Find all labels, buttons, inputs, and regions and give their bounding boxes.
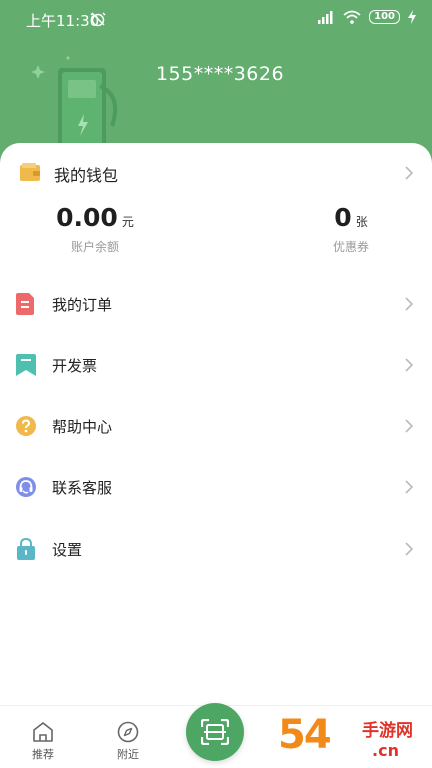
nav-nearby[interactable]: 附近 <box>98 721 158 762</box>
nav-recommend[interactable]: 推荐 <box>13 721 73 762</box>
wallet-icon <box>20 163 40 181</box>
balance-value: 0.00 <box>56 203 118 232</box>
wallet-title: 我的钱包 <box>54 166 119 185</box>
balance-label: 账户余额 <box>70 240 119 254</box>
watermark-domain: .cn <box>372 741 399 760</box>
chevron-right-icon <box>405 542 414 556</box>
coupons-value: 0 <box>334 203 352 232</box>
home-icon <box>33 722 53 742</box>
chevron-right-icon <box>405 480 414 494</box>
coupons-value-row: 0张 <box>296 203 406 232</box>
nav-label-recommend: 推荐 <box>32 748 54 761</box>
menu-label-settings: 设置 <box>52 541 83 559</box>
help-icon <box>16 416 36 436</box>
site-watermark: 54 手游网 .cn <box>278 712 428 766</box>
settings-icon <box>17 538 35 560</box>
menu-label-my-orders: 我的订单 <box>52 296 113 314</box>
battery-indicator: 100 <box>369 10 400 24</box>
chevron-right-icon <box>405 419 414 433</box>
nav-label-nearby: 附近 <box>117 748 139 761</box>
chevron-right-icon <box>405 166 414 180</box>
menu-item-invoice[interactable]: 开发票 <box>0 336 432 396</box>
chevron-right-icon <box>405 297 414 311</box>
user-phone-number: 155****3626 <box>155 63 285 85</box>
status-time: 上午11:30 <box>26 12 100 30</box>
compass-icon <box>117 721 139 743</box>
signal-icon <box>318 11 333 24</box>
coupons[interactable]: 0张 优惠券 <box>296 203 406 255</box>
menu-item-customer-service[interactable]: 联系客服 <box>0 458 432 518</box>
invoice-icon <box>16 354 36 376</box>
account-panel: 我的钱包 0.00 元 账户余额 0张 优惠券 我的订单 开发票 帮助中心 联系… <box>0 143 432 703</box>
scan-button[interactable] <box>186 703 244 761</box>
watermark-number: 54 <box>278 712 332 758</box>
coupons-unit: 张 <box>355 215 368 229</box>
watermark-text: 手游网 <box>362 721 413 741</box>
menu-label-invoice: 开发票 <box>52 357 98 375</box>
status-bar: 上午11:30 100 <box>0 0 432 38</box>
menu-item-my-orders[interactable]: 我的订单 <box>0 275 432 335</box>
customer-service-icon <box>16 477 36 497</box>
coupons-label: 优惠券 <box>332 240 369 254</box>
balance-unit: 元 <box>121 215 134 229</box>
chevron-right-icon <box>405 358 414 372</box>
order-icon <box>16 293 34 315</box>
menu-item-settings[interactable]: 设置 <box>0 520 432 580</box>
my-wallet-row[interactable]: 我的钱包 <box>0 143 432 201</box>
status-indicators: 100 <box>317 10 416 24</box>
account-balance[interactable]: 0.00 元 账户余额 <box>40 203 150 255</box>
menu-label-help-center: 帮助中心 <box>52 418 113 436</box>
balance-value-row: 0.00 元 <box>40 203 150 232</box>
menu-item-help-center[interactable]: 帮助中心 <box>0 397 432 457</box>
charging-icon <box>408 10 416 24</box>
scan-icon <box>201 719 229 745</box>
wifi-icon <box>343 10 361 24</box>
alarm-off-icon <box>90 12 106 27</box>
menu-label-customer-service: 联系客服 <box>52 479 113 497</box>
